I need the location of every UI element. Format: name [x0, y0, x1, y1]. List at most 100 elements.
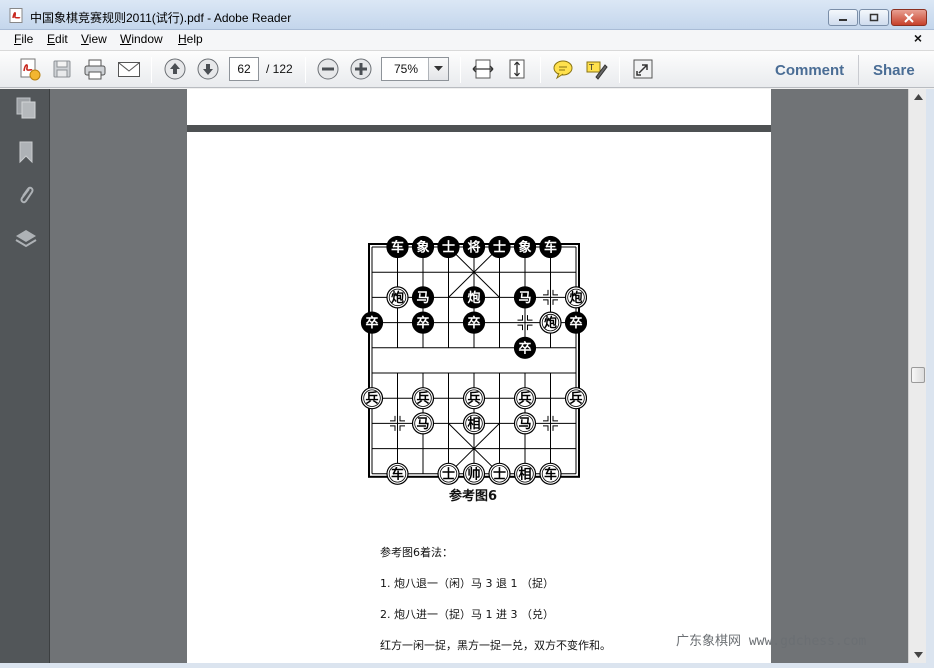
piece-label: 相 [467, 416, 480, 432]
moves-heading: 参考图6着法： [380, 546, 453, 559]
previous-page-button[interactable] [161, 55, 189, 83]
highlight-text-button[interactable]: T [582, 55, 610, 83]
piece-label: 兵 [569, 391, 582, 407]
window-title: 中国象棋竞赛规则2011(试行).pdf - Adobe Reader [30, 11, 292, 25]
page-total: / 122 [266, 62, 293, 76]
watermark-text: 广东象棋网 www.gdchess.com [676, 634, 867, 649]
piece-label: 炮 [391, 290, 404, 306]
vertical-scrollbar[interactable] [908, 89, 926, 663]
print-button[interactable] [81, 55, 109, 83]
create-pdf-button[interactable] [15, 55, 43, 83]
scroll-thumb[interactable] [911, 367, 925, 383]
print-icon [84, 59, 106, 80]
zoom-dropdown-button[interactable] [428, 58, 448, 80]
piece-label: 士 [493, 240, 506, 256]
fullscreen-button[interactable] [629, 55, 657, 83]
previous-page [187, 89, 771, 125]
position-marker [552, 415, 558, 422]
maximize-button[interactable] [859, 9, 889, 26]
arrow-down-circle-icon [197, 58, 219, 80]
piece-label: 马 [416, 291, 429, 306]
xiangqi-board-diagram: 车象士将士象车马炮马卒卒卒卒卒炮 炮炮兵兵兵兵兵马相马车士帅士相车 [360, 235, 587, 485]
position-marker [543, 425, 549, 431]
layers-button[interactable] [14, 225, 38, 251]
highlighter-icon: T [586, 61, 608, 80]
page-number-input[interactable]: 62 [229, 57, 259, 81]
title-bar: 中国象棋竞赛规则2011(试行).pdf - Adobe Reader [0, 0, 934, 30]
scroll-down-button[interactable] [909, 647, 927, 663]
position-marker [552, 299, 558, 305]
zoom-in-button[interactable] [347, 55, 375, 83]
piece-label: 兵 [365, 391, 378, 407]
fit-page-button[interactable] [503, 55, 531, 83]
layers-icon [15, 230, 37, 248]
result-line: 红方一闲一捉，黑方一捉一兑，双方不变作和。 [380, 639, 611, 652]
position-marker [543, 299, 549, 305]
share-pane-button[interactable]: Share [873, 62, 915, 79]
piece-label: 车 [544, 466, 557, 482]
position-marker [543, 289, 549, 296]
plus-circle-icon [350, 58, 372, 80]
next-page-button[interactable] [194, 55, 222, 83]
position-marker [399, 415, 405, 422]
page-thumbnails-button[interactable] [14, 95, 38, 121]
sticky-note-button[interactable] [549, 55, 577, 83]
piece-label: 卒 [518, 340, 531, 356]
toolbar: 62 / 122 75% T Comment Share [0, 50, 934, 88]
piece-label: 将 [467, 240, 480, 256]
save-button[interactable] [48, 55, 76, 83]
document-view[interactable]: 车象士将士象车马炮马卒卒卒卒卒炮炮炮兵兵兵兵兵马相马车士帅士相车 参考图6 参考… [50, 89, 908, 663]
position-marker [527, 324, 533, 331]
zoom-select[interactable]: 75% [381, 57, 449, 81]
comment-bubble-icon [553, 60, 573, 80]
piece-label: 炮 [544, 315, 557, 331]
piece-label: 兵 [518, 391, 531, 407]
bookmarks-button[interactable] [14, 139, 38, 165]
create-pdf-icon [20, 58, 41, 81]
minimize-icon [839, 18, 847, 21]
close-document-button[interactable]: × [914, 30, 922, 46]
menu-file[interactable]: File [14, 32, 33, 46]
piece-label: 马 [518, 417, 531, 432]
board-caption: 参考图6 [449, 489, 498, 504]
piece-label: 兵 [416, 391, 429, 407]
move-line-2: 2. 炮八进一（捉）马 1 进 3 （兑） [380, 608, 554, 621]
chevron-down-icon [434, 66, 443, 71]
position-marker [517, 315, 523, 321]
bookmark-icon [19, 141, 33, 164]
pages-icon [16, 97, 36, 119]
piece-label: 兵 [467, 391, 480, 407]
comment-pane-button[interactable]: Comment [775, 62, 844, 79]
position-marker [527, 315, 533, 321]
zoom-value: 75% [393, 62, 419, 76]
menu-view[interactable]: View [81, 32, 107, 46]
current-page: 车象士将士象车马炮马卒卒卒卒卒炮炮炮兵兵兵兵兵马相马车士帅士相车 参考图6 参考… [187, 132, 771, 663]
minimize-button[interactable] [828, 9, 858, 26]
position-marker [552, 289, 558, 296]
position-marker [399, 425, 405, 431]
attachments-button[interactable] [14, 182, 38, 208]
fit-width-icon [472, 59, 494, 79]
menu-edit[interactable]: Edit [47, 32, 68, 46]
move-line-1: 1. 炮八退一（闲）马 3 退 1 （捉） [380, 577, 554, 590]
arrow-up-icon [913, 94, 923, 100]
maximize-icon [869, 13, 879, 21]
position-marker [517, 324, 523, 331]
position-marker [552, 425, 558, 431]
navigation-pane [0, 89, 50, 663]
menu-help[interactable]: Help [178, 32, 203, 46]
email-button[interactable] [115, 55, 143, 83]
menu-bar: File Edit View Window Help × [0, 30, 934, 50]
fit-width-button[interactable] [469, 55, 497, 83]
menu-window[interactable]: Window [120, 32, 163, 46]
minus-circle-icon [317, 58, 339, 80]
close-window-button[interactable] [891, 9, 927, 26]
scroll-up-button[interactable] [909, 89, 927, 105]
piece-label: 炮 [467, 290, 480, 306]
piece-label: 马 [518, 291, 531, 306]
zoom-out-button[interactable] [314, 55, 342, 83]
save-icon [53, 60, 71, 78]
svg-text:T: T [588, 63, 594, 72]
piece-label: 卒 [467, 315, 480, 331]
piece-label: 帅 [467, 466, 480, 482]
